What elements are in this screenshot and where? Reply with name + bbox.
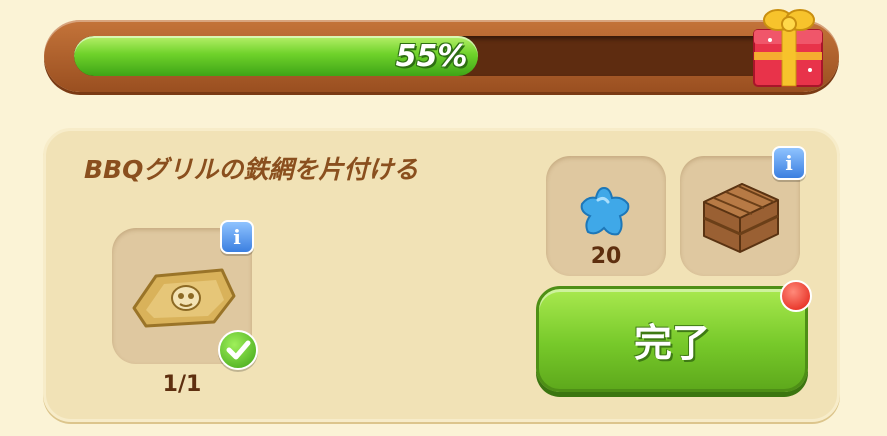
reward-star-amount: 20 xyxy=(590,244,622,269)
progress-track: 55% xyxy=(74,36,809,76)
wooden-crate-icon xyxy=(703,183,779,253)
notification-dot xyxy=(780,280,812,312)
completed-check-icon xyxy=(218,330,258,370)
crate-info-button[interactable]: i xyxy=(772,146,806,180)
progress-percent: 55% xyxy=(395,38,468,74)
complete-button[interactable]: 完了 xyxy=(536,286,808,392)
task-title: BBQグリルの鉄網を片付ける xyxy=(84,155,419,184)
gift-box-icon[interactable] xyxy=(748,0,830,92)
cloth-sack-icon xyxy=(132,268,236,328)
required-item-count: 1/1 xyxy=(162,372,202,397)
required-item-info-button[interactable]: i xyxy=(220,220,254,254)
blue-star-icon xyxy=(580,186,630,236)
progress-bar: 55% xyxy=(44,20,839,92)
